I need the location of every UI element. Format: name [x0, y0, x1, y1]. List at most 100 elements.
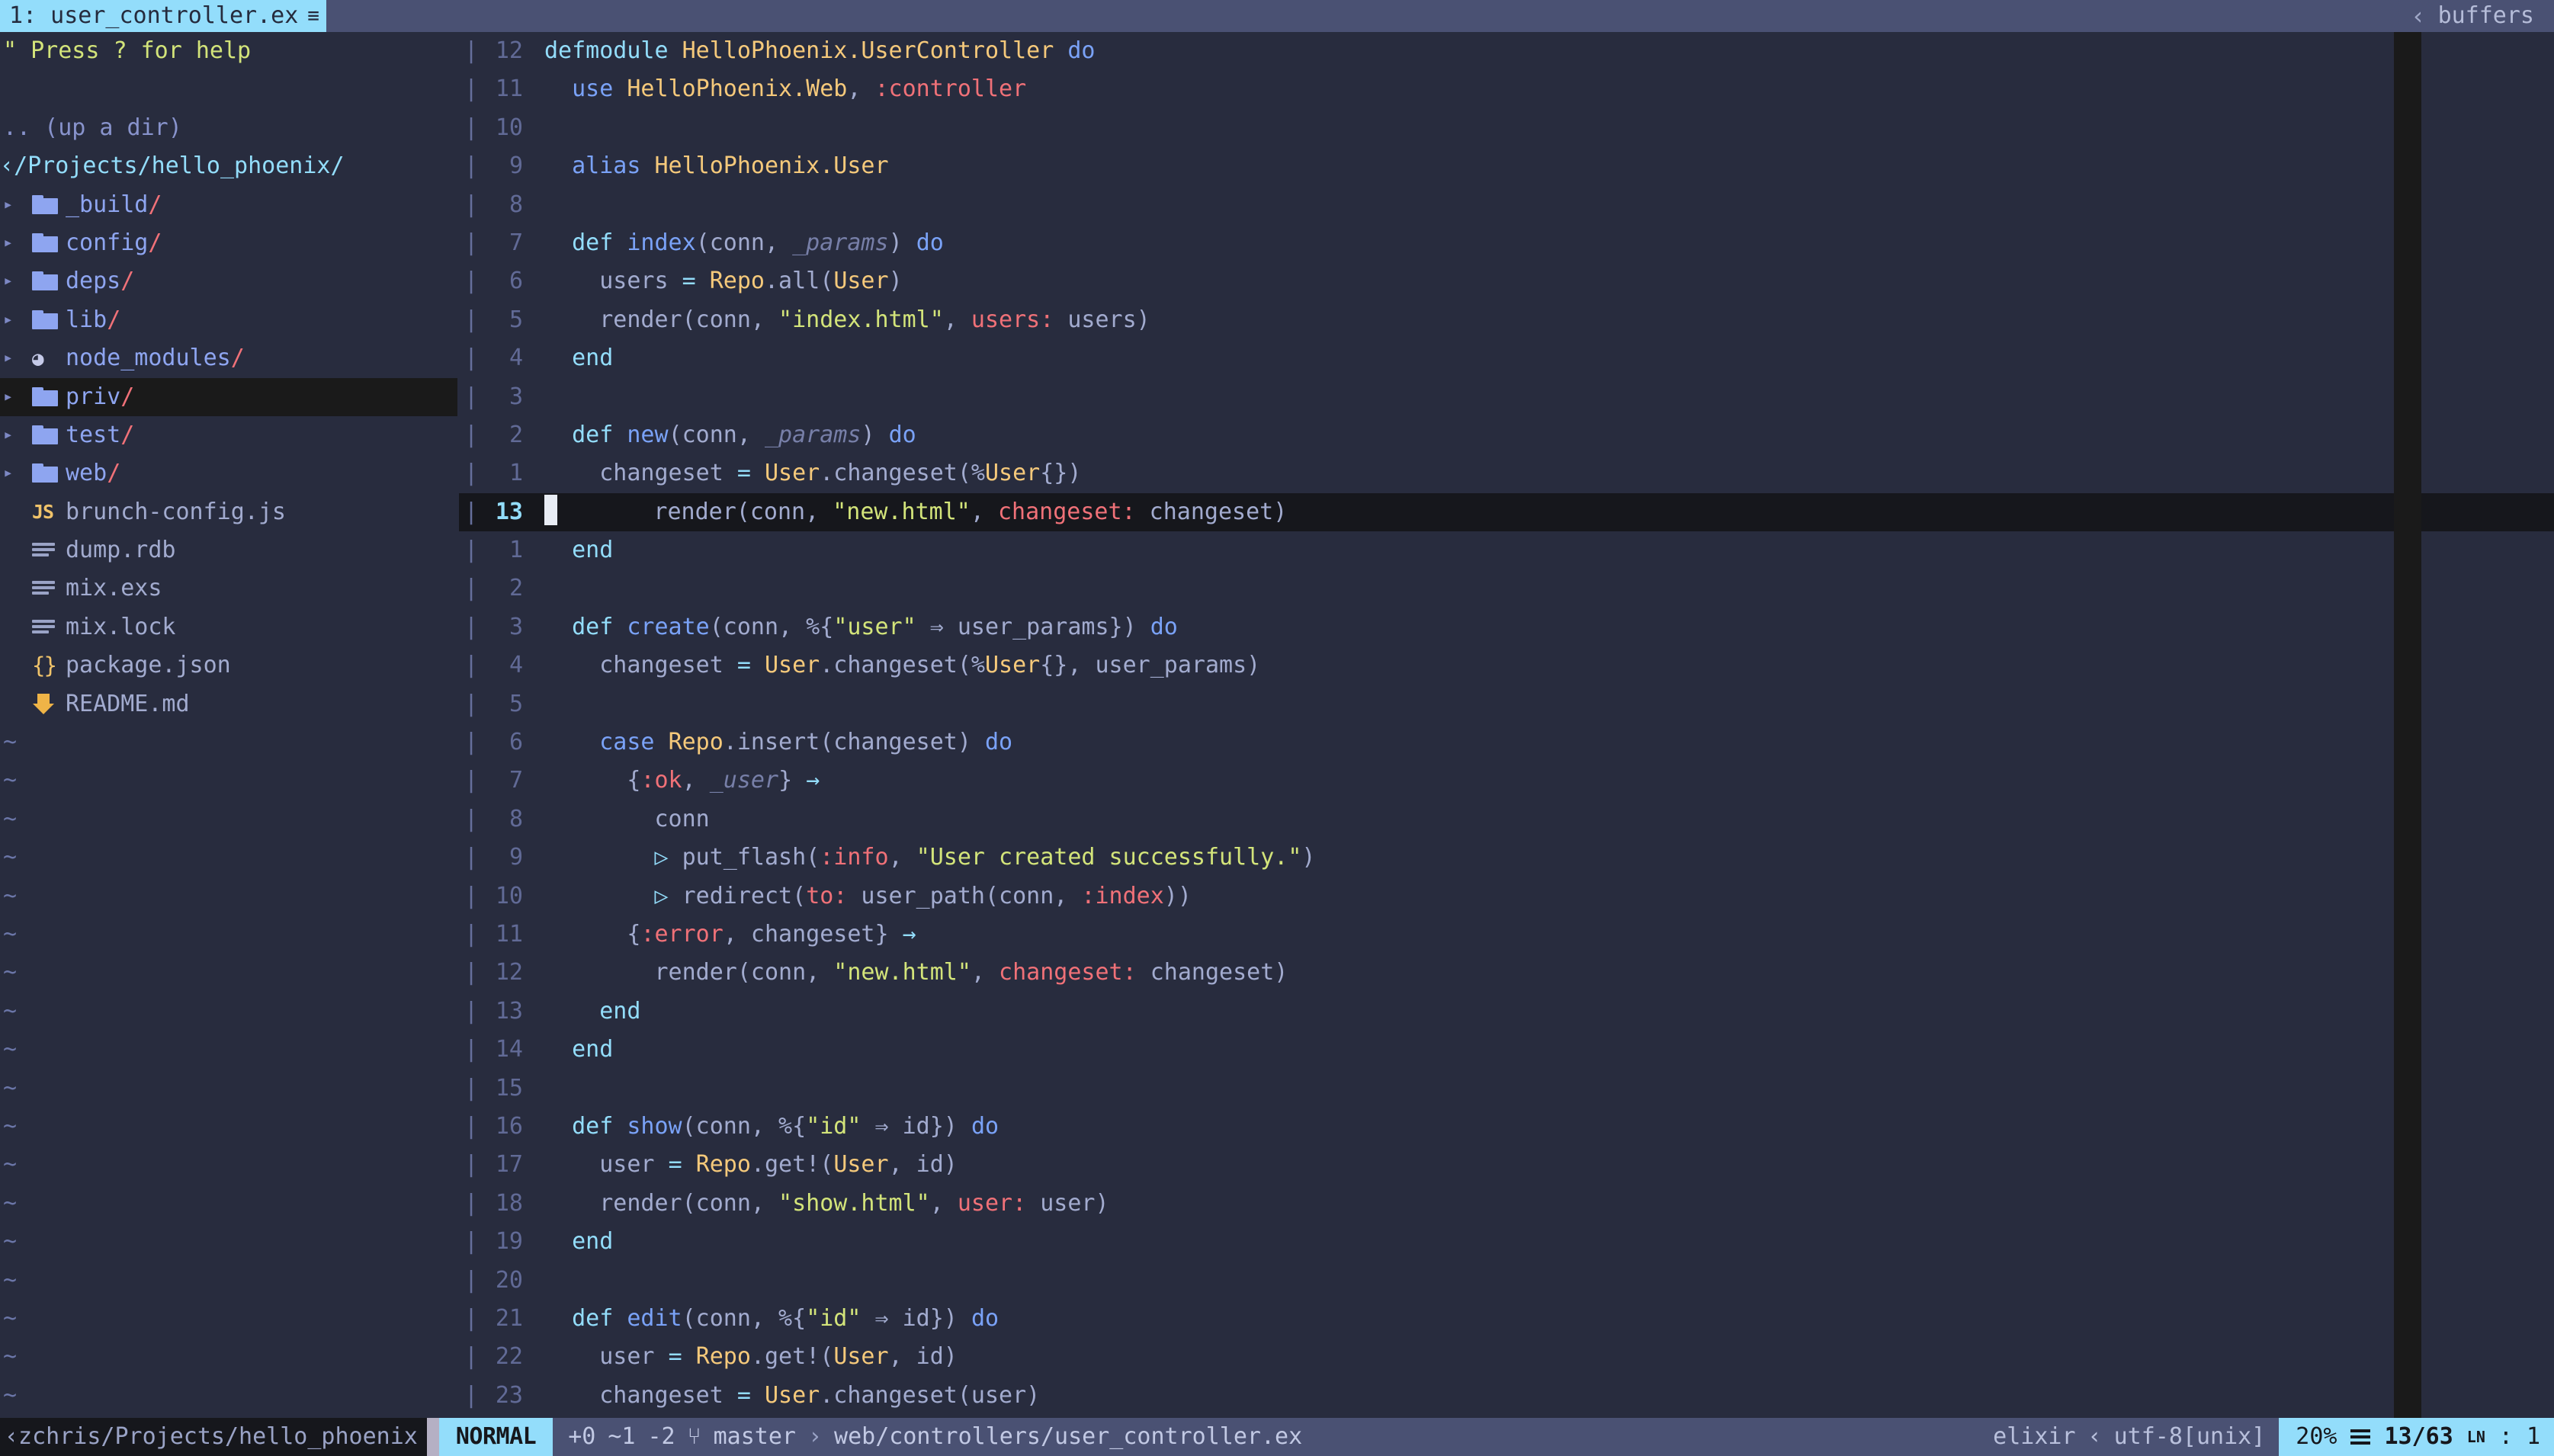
folder-icon: [32, 425, 58, 444]
code-token: user): [1026, 1189, 1109, 1217]
tree-item--build[interactable]: ▸ _build /: [0, 186, 457, 224]
tabline-buffers-section[interactable]: ‹ buffers: [2411, 0, 2554, 32]
code-line[interactable]: | 19 end: [459, 1223, 2554, 1261]
code-token: "user": [833, 613, 916, 640]
chevron-left-icon: ‹: [2411, 2, 2426, 30]
code-line[interactable]: | 17 user = Repo.get!(User, id): [459, 1146, 2554, 1184]
code-token: show: [627, 1112, 682, 1140]
tree-item-mix-exs[interactable]: ▸ mix.exs: [0, 569, 457, 608]
code-line[interactable]: | 23 changeset = User.changeset(user): [459, 1377, 2554, 1415]
tree-item-brunch-config-js[interactable]: ▸JS brunch-config.js: [0, 493, 457, 531]
tree-item-mix-lock[interactable]: ▸ mix.lock: [0, 608, 457, 646]
code-token: do: [971, 1112, 999, 1140]
tree-indent-spacer: ▸: [3, 646, 32, 685]
code-line-cursor[interactable]: | 13 render(conn, "new.html", changeset: …: [459, 492, 2554, 532]
code-line[interactable]: | 11 use HelloPhoenix.Web, :controller: [459, 70, 2554, 108]
code-token: _user: [709, 767, 779, 794]
chevron-left-icon: ‹: [2087, 1422, 2102, 1450]
tree-item-label: deps: [66, 268, 121, 295]
code-line[interactable]: | 7 {:ok, _user} →: [459, 762, 2554, 800]
tree-item-deps[interactable]: ▸ deps /: [0, 262, 457, 300]
code-line[interactable]: | 11 {:error, changeset} →: [459, 916, 2554, 954]
status-mode-badge: NORMAL: [438, 1418, 553, 1456]
code-line[interactable]: | 12 render(conn, "new.html", changeset: …: [459, 954, 2554, 992]
tree-item-lib[interactable]: ▸ lib /: [0, 301, 457, 339]
code-line[interactable]: | 12 defmodule HelloPhoenix.UserController…: [459, 32, 2554, 70]
tree-item-test[interactable]: ▸ test /: [0, 416, 457, 454]
code-line[interactable]: | 1 end: [459, 531, 2554, 569]
tree-item-slash: /: [120, 268, 135, 295]
line-number: 11: [495, 920, 523, 948]
code-line[interactable]: | 5 render(conn, "index.html", users: use…: [459, 301, 2554, 339]
code-token: :error: [640, 920, 724, 948]
tree-item-node-modules[interactable]: ▸ ◕ node_modules /: [0, 339, 457, 377]
code-line[interactable]: | 6 users = Repo.all(User): [459, 262, 2554, 300]
line-number: 10: [495, 114, 523, 141]
line-number: 12: [495, 37, 523, 64]
code-line[interactable]: | 4 end: [459, 339, 2554, 377]
code-line[interactable]: | 18 render(conn, "show.html", user: user…: [459, 1185, 2554, 1223]
status-filler: [1317, 1418, 1980, 1456]
line-number: 13: [495, 498, 523, 525]
code-line[interactable]: | 13 end: [459, 993, 2554, 1031]
tree-item-dump-rdb[interactable]: ▸ dump.rdb: [0, 531, 457, 569]
code-line[interactable]: | 5: [459, 685, 2554, 723]
tree-item-package-json[interactable]: ▸{} package.json: [0, 646, 457, 685]
code-line[interactable]: | 8: [459, 186, 2554, 224]
lines-file-icon: [32, 579, 55, 598]
code-token: ): [888, 268, 903, 295]
tree-item-slash: /: [107, 306, 121, 333]
code-line[interactable]: | 9 alias HelloPhoenix.User: [459, 147, 2554, 185]
code-token: changeset:: [997, 498, 1136, 525]
chevron-right-icon: ▸: [3, 348, 14, 368]
code-line[interactable]: | 8 conn: [459, 800, 2554, 839]
line-number: 9: [509, 844, 523, 871]
explorer-root-path[interactable]: ‹/Projects/hello_phoenix/: [0, 147, 457, 185]
javascript-icon: JS: [32, 501, 54, 524]
explorer-up-a-dir[interactable]: .. (up a dir): [0, 109, 457, 147]
code-line[interactable]: | 6 case Repo.insert(changeset) do: [459, 723, 2554, 762]
code-token: user: [544, 1151, 669, 1179]
fold-marker: |: [464, 729, 479, 756]
tree-item-priv[interactable]: ▸ priv /: [0, 377, 457, 416]
empty-line-marker: ~: [3, 882, 18, 909]
code-line[interactable]: | 21 def edit(conn, %{"id" ⇒ id}) do: [459, 1300, 2554, 1338]
tree-item-slash: /: [230, 345, 245, 372]
code-line[interactable]: | 16 def show(conn, %{"id" ⇒ id}) do: [459, 1108, 2554, 1146]
tree-item-readme-md[interactable]: ▸ README.md: [0, 685, 457, 723]
code-text: def create(conn, %{"user" ⇒ user_params}…: [535, 608, 2554, 646]
code-text: render(conn, "show.html", user: user): [535, 1185, 2554, 1223]
code-line[interactable]: | 2: [459, 569, 2554, 608]
chevron-right-icon: ▸: [3, 233, 14, 252]
code-text: conn: [535, 800, 2554, 839]
code-line[interactable]: | 10 ▷ redirect(to: user_path(conn, :inde…: [459, 877, 2554, 916]
code-line[interactable]: | 9 ▷ put_flash(:info, "User created succ…: [459, 839, 2554, 877]
code-line[interactable]: | 3 def create(conn, %{"user" ⇒ user_para…: [459, 608, 2554, 646]
code-line[interactable]: | 3: [459, 378, 2554, 416]
tree-item-web[interactable]: ▸ web /: [0, 454, 457, 492]
code-line[interactable]: | 15: [459, 1070, 2554, 1108]
file-explorer[interactable]: " Press ? for help .. (up a dir) ‹/Proje…: [0, 32, 457, 1418]
code-line[interactable]: | 2 def new(conn, _params) do: [459, 416, 2554, 454]
empty-line-marker: ~: [3, 1112, 18, 1140]
tab-user-controller[interactable]: 1: user_controller.ex ≡: [0, 0, 326, 32]
code-editor[interactable]: | 12 defmodule HelloPhoenix.UserController…: [459, 32, 2554, 1418]
code-token: , id): [888, 1151, 958, 1179]
code-line[interactable]: | 1 changeset = User.changeset(%User{}): [459, 454, 2554, 492]
code-line[interactable]: | 14 end: [459, 1031, 2554, 1069]
code-text: {:error, changeset} →: [535, 916, 2554, 954]
code-line[interactable]: | 4 changeset = User.changeset(%User{}, u…: [459, 646, 2554, 685]
code-token: HelloPhoenix.Web: [627, 75, 848, 103]
code-line[interactable]: | 20: [459, 1262, 2554, 1300]
code-line[interactable]: | 22 user = Repo.get!(User, id): [459, 1338, 2554, 1376]
tree-item-config[interactable]: ▸ config /: [0, 224, 457, 262]
code-token: Repo: [695, 1151, 751, 1179]
code-line[interactable]: | 10: [459, 109, 2554, 147]
code-token: ,: [970, 498, 998, 525]
code-text: user = Repo.get!(User, id): [535, 1146, 2554, 1184]
code-token: "new.html": [833, 959, 971, 986]
code-line[interactable]: | 7 def index(conn, _params) do: [459, 224, 2554, 262]
